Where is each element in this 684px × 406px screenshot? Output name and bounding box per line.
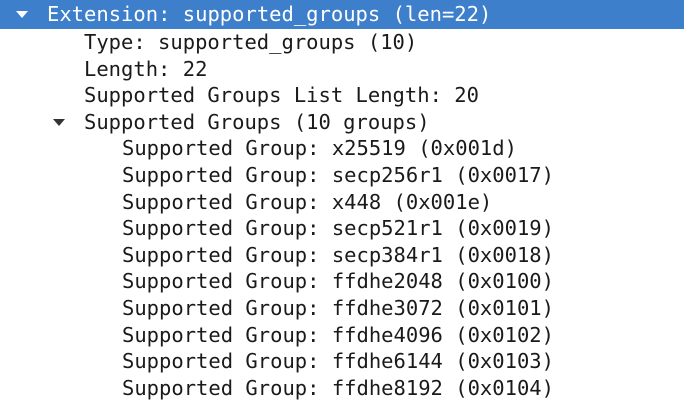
tree-row-supported-group[interactable]: Supported Group: ffdhe2048 (0x0100) <box>0 268 684 295</box>
expanded-arrow-icon[interactable] <box>16 11 28 18</box>
tree-row-label: Supported Group: secp384r1 (0x0018) <box>122 242 554 267</box>
tree-row-supported-group[interactable]: Supported Group: secp521r1 (0x0019) <box>0 215 684 242</box>
tree-row-label: Supported Group: x25519 (0x001d) <box>122 136 517 161</box>
tree-row-label: Supported Group: secp256r1 (0x0017) <box>122 162 554 187</box>
tree-row-label: Supported Group: ffdhe2048 (0x0100) <box>122 269 554 294</box>
tree-row-supported-group[interactable]: Supported Group: ffdhe4096 (0x0102) <box>0 322 684 349</box>
tree-row-groups-list-length[interactable]: Supported Groups List Length: 20 <box>0 82 684 109</box>
tree-row-extension-supported-groups[interactable]: Extension: supported_groups (len=22) <box>0 0 684 29</box>
tree-row-label: Supported Group: ffdhe8192 (0x0104) <box>122 375 554 400</box>
tree-row-label: Length: 22 <box>84 56 208 81</box>
tree-row-type[interactable]: Type: supported_groups (10) <box>0 29 684 56</box>
tree-row-label: Supported Groups List Length: 20 <box>84 83 479 108</box>
tree-row-supported-group[interactable]: Supported Group: ffdhe8192 (0x0104) <box>0 375 684 402</box>
tree-row-supported-group[interactable]: Supported Group: x448 (0x001e) <box>0 189 684 216</box>
tree-row-label: Supported Group: ffdhe4096 (0x0102) <box>122 322 554 347</box>
tree-row-length[interactable]: Length: 22 <box>0 56 684 83</box>
tree-row-label: Type: supported_groups (10) <box>84 30 418 54</box>
tree-row-label: Supported Group: ffdhe6144 (0x0103) <box>122 349 554 374</box>
tree-row-label: Supported Group: x448 (0x001e) <box>122 189 493 214</box>
tree-row-label: Extension: supported_groups (len=22) <box>47 2 492 26</box>
tree-row-supported-group[interactable]: Supported Group: secp256r1 (0x0017) <box>0 162 684 189</box>
tree-row-label: Supported Group: secp521r1 (0x0019) <box>122 216 554 241</box>
packet-details-tree: Extension: supported_groups (len=22) Typ… <box>0 0 684 401</box>
tree-row-supported-group[interactable]: Supported Group: ffdhe3072 (0x0101) <box>0 295 684 322</box>
tree-row-label: Supported Group: ffdhe3072 (0x0101) <box>122 295 554 320</box>
tree-row-supported-group[interactable]: Supported Group: secp384r1 (0x0018) <box>0 242 684 269</box>
tree-row-supported-group[interactable]: Supported Group: ffdhe6144 (0x0103) <box>0 348 684 375</box>
tree-row-label: Supported Groups (10 groups) <box>84 109 430 134</box>
tree-row-supported-groups[interactable]: Supported Groups (10 groups) <box>0 109 684 136</box>
tree-row-supported-group[interactable]: Supported Group: x25519 (0x001d) <box>0 135 684 162</box>
expanded-arrow-icon[interactable] <box>53 118 65 126</box>
